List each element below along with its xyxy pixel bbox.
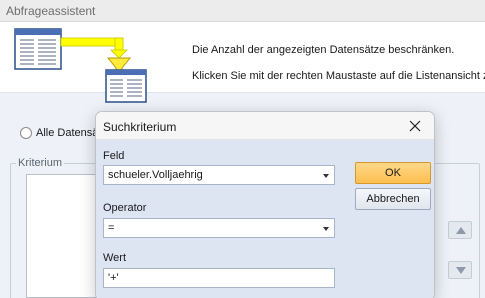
dialog-titlebar: Suchkriterium [96,112,434,140]
value-input[interactable]: '+' [103,268,335,288]
value-label: Wert [103,252,127,264]
field-value: schueler.Volljaehrig [108,169,203,181]
radio-all-records[interactable]: Alle Datensätze [20,127,113,140]
arrow-up-icon [456,227,466,234]
criteria-group-label: Kriterium [16,157,65,169]
wizard-description-line1: Die Anzahl der angezeigten Datensätze be… [192,44,455,56]
search-criteria-dialog: Suchkriterium Feld schueler.Volljaehrig … [95,111,435,298]
table-icon [105,69,147,103]
cancel-button[interactable]: Abbrechen [355,188,431,210]
move-up-button[interactable] [448,221,472,239]
operator-label: Operator [103,202,147,214]
arrow-icon [60,37,128,59]
operator-combobox[interactable]: = [103,218,335,238]
field-combobox[interactable]: schueler.Volljaehrig [103,165,335,185]
value-text: '+' [108,272,119,284]
chevron-down-icon[interactable] [323,174,329,178]
criteria-list[interactable] [26,174,106,298]
table-icon [14,28,62,70]
field-label: Feld [103,150,125,162]
query-illustration [14,28,147,103]
wizard-title: Abfrageassistent [6,4,96,18]
wizard-titlebar: Abfrageassistent [0,0,485,22]
close-icon [409,120,421,132]
radio-button[interactable] [20,127,32,140]
arrow-down-icon [456,267,466,274]
ok-button[interactable]: OK [355,162,431,184]
dialog-body: Feld schueler.Volljaehrig Operator = Wer… [96,140,434,298]
wizard-description-line2: Klicken Sie mit der rechten Maustaste au… [192,70,485,82]
close-button[interactable] [406,118,424,134]
dialog-title: Suchkriterium [103,120,177,134]
operator-value: = [108,222,115,234]
move-down-button[interactable] [448,261,472,279]
chevron-down-icon[interactable] [323,227,329,231]
